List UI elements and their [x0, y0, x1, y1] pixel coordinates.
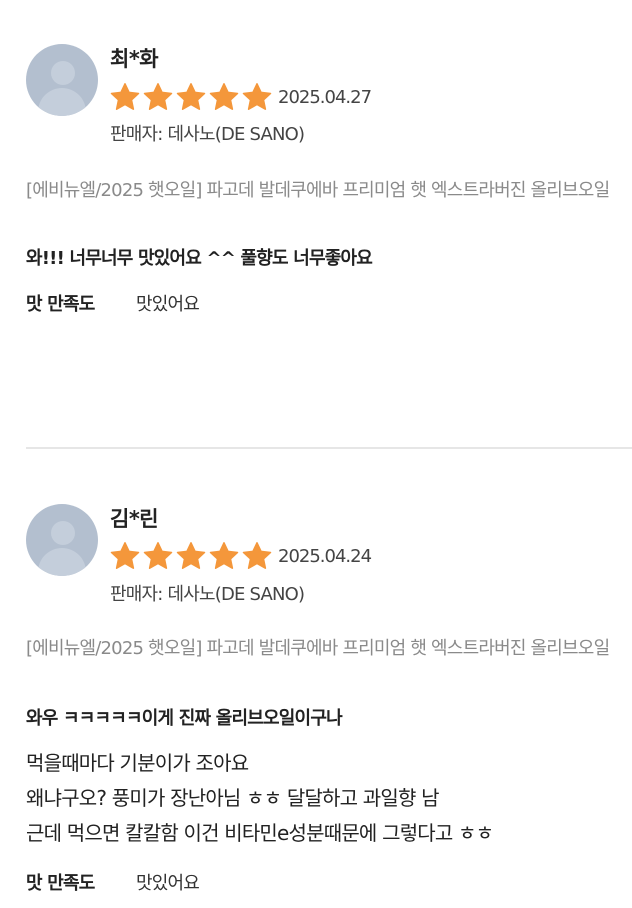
review-body-line: 왜냐구오? 풍미가 장난아님 ㅎㅎ 달달하고 과일향 남: [26, 786, 440, 810]
review-item: 김*린 2025.04.24 판매자: 데사노(DE SANO) [에비뉴엘/2…: [0, 0, 632, 908]
star-icon: [176, 541, 206, 571]
seller-info: 판매자: 데사노(DE SANO): [110, 584, 305, 605]
taste-satisfaction-value: 맛있어요: [136, 873, 200, 894]
star-icon: [110, 541, 140, 571]
user-avatar-icon: [26, 504, 98, 576]
star-icon: [209, 541, 239, 571]
reviewer-name: 김*린: [110, 507, 159, 531]
star-icon: [242, 541, 272, 571]
review-body-line: 먹을때마다 기분이가 조아요: [26, 751, 249, 775]
review-body-line: 근데 먹으면 칼칼함 이건 비타민e성분때문에 그렇다고 ㅎㅎ: [26, 821, 494, 845]
review-date: 2025.04.24: [278, 546, 372, 567]
product-option: [에비뉴엘/2025 햇오일] 파고데 발데쿠에바 프리미엄 햇 엑스트라버진 …: [26, 638, 610, 659]
star-rating: [110, 541, 275, 571]
review-headline: 와우 ㅋㅋㅋㅋㅋ이게 진짜 올리브오일이구나: [26, 708, 343, 729]
taste-satisfaction-label: 맛 만족도: [26, 873, 95, 894]
star-icon: [143, 541, 173, 571]
